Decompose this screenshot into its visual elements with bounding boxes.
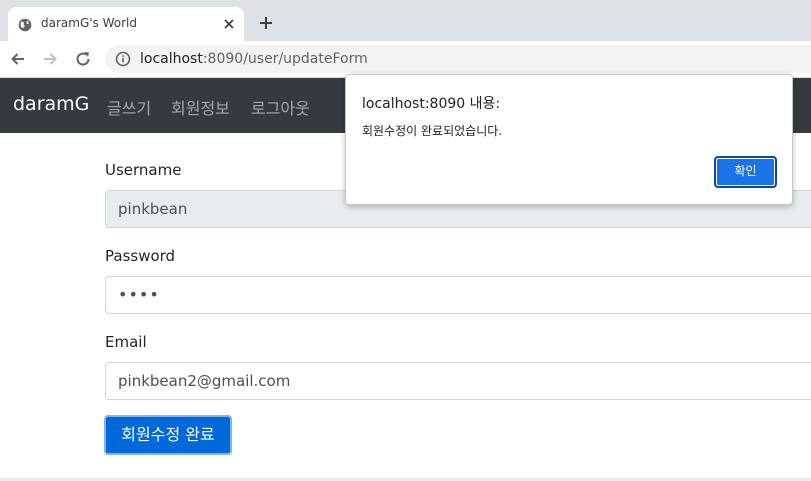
back-icon[interactable] (9, 50, 27, 68)
username-value: pinkbean (118, 200, 188, 218)
close-tab-icon[interactable] (222, 16, 236, 30)
password-value: •••• (118, 285, 160, 304)
url-host: localhost (140, 51, 203, 67)
tab-strip: daramG's World (0, 0, 811, 41)
brand-link[interactable]: daramG (13, 93, 89, 115)
nav-link-user-info[interactable]: 회원정보 (171, 95, 230, 119)
password-field[interactable]: •••• (105, 276, 811, 314)
reload-icon[interactable] (74, 50, 92, 68)
alert-dialog: localhost:8090 내용: 회원수정이 완료되었습니다. 확인 (345, 74, 793, 205)
browser-toolbar: localhost:8090/user/updateForm (0, 41, 811, 78)
ok-button[interactable]: 확인 (714, 156, 777, 188)
info-icon[interactable] (115, 51, 131, 67)
globe-icon (18, 17, 32, 32)
password-label: Password (105, 247, 176, 265)
browser-tab[interactable]: daramG's World (8, 7, 244, 41)
dialog-title: localhost:8090 내용: (362, 96, 501, 112)
email-label: Email (105, 333, 147, 351)
nav-link-logout[interactable]: 로그아웃 (251, 95, 310, 119)
email-field[interactable]: pinkbean2@gmail.com (105, 362, 811, 400)
email-value: pinkbean2@gmail.com (118, 372, 291, 390)
forward-icon[interactable] (41, 50, 59, 68)
username-label: Username (105, 161, 182, 179)
update-user-button[interactable]: 회원수정 완료 (104, 415, 232, 455)
dialog-message: 회원수정이 완료되었습니다. (362, 124, 503, 138)
url-path: :8090/user/updateForm (202, 51, 368, 67)
address-bar[interactable]: localhost:8090/user/updateForm (105, 45, 811, 73)
plus-icon[interactable] (257, 14, 275, 32)
tab-title: daramG's World (41, 16, 137, 30)
url-text: localhost:8090/user/updateForm (140, 51, 368, 67)
nav-link-write[interactable]: 글쓰기 (107, 95, 151, 119)
